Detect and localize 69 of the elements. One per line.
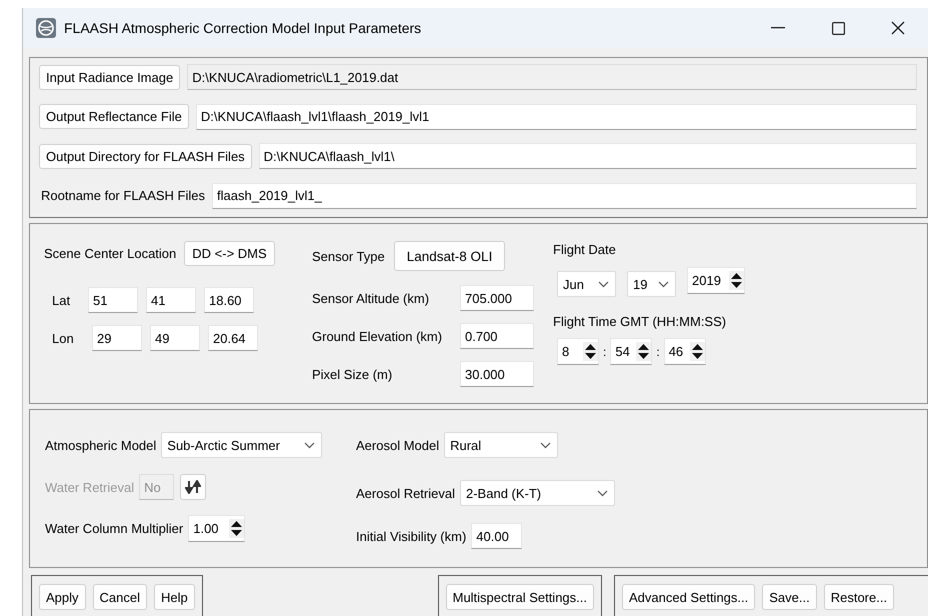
coordinate-label: Lat (52, 292, 72, 308)
retrieval-dropdown[interactable]: 2-Band (K-T) (460, 480, 615, 506)
path-field[interactable]: D:\KNUCA\flaash_lvl1\ (258, 143, 917, 169)
field-label: Atmospheric Model (45, 438, 156, 452)
file-button[interactable]: Output Directory for FLAASH Files (39, 144, 252, 168)
field-label: Pixel Size (m) (312, 366, 394, 382)
field-label: Water Retrieval (45, 480, 134, 494)
field-label: Scene Center Location (44, 246, 176, 261)
visibility-field[interactable]: 40.00 (471, 523, 522, 549)
field-label: Sensor Altitude (km) (312, 290, 430, 306)
number-field[interactable]: 30.000 (460, 361, 534, 387)
time-separator: : (603, 344, 606, 358)
number-field[interactable]: 0.700 (460, 323, 534, 349)
number-field[interactable]: 705.000 (460, 285, 534, 311)
spinner-arrows-icon (583, 342, 598, 361)
time-separator: : (656, 344, 660, 358)
app-icon (35, 17, 57, 39)
day-dropdown[interactable]: 19 (627, 271, 676, 297)
aerosol-model-dropdown[interactable]: Rural (444, 432, 558, 458)
path-field[interactable]: flaash_2019_lvl1_ (212, 182, 917, 208)
file-button[interactable]: Output Reflectance File (39, 104, 189, 129)
field-label: Flight Time GMT (HH:MM:SS) (553, 314, 728, 329)
chevron-icon (304, 442, 316, 448)
maximize-icon[interactable] (832, 22, 844, 34)
coordinate-field[interactable]: 49 (150, 325, 200, 351)
coordinate-field[interactable]: 41 (146, 287, 196, 313)
spinner-arrows-icon (690, 342, 705, 361)
coordinate-field[interactable]: 18.60 (204, 287, 254, 313)
chevron-icon (598, 280, 609, 288)
action-button[interactable]: Restore... (824, 584, 894, 610)
coordinate-label: Lon (52, 330, 75, 346)
field-label: Aerosol Retrieval (356, 486, 455, 500)
chevron-icon (658, 280, 669, 288)
action-button[interactable]: Cancel (92, 584, 147, 610)
time-spinner[interactable]: 8 (557, 338, 599, 365)
window-title: FLAASH Atmospheric Correction Model Input Parameters (64, 20, 422, 36)
sensor-type-button[interactable]: Landsat-8 OLI (394, 241, 506, 271)
month-dropdown[interactable]: Jun (557, 271, 616, 297)
action-button[interactable]: Save... (762, 584, 817, 610)
model-dropdown[interactable]: Sub-Arctic Summer (161, 432, 322, 458)
field-label: Sensor Type (312, 248, 385, 264)
field-label: Water Column Multiplier (45, 521, 184, 536)
toggle-button[interactable] (180, 474, 206, 500)
field-label: Flight Date (553, 242, 617, 257)
chevron-icon (597, 490, 608, 496)
action-button[interactable]: Help (154, 584, 195, 610)
action-button[interactable]: Advanced Settings... (622, 584, 756, 610)
chevron-icon (540, 442, 552, 448)
format-toggle-button[interactable]: DD <-> DMS (184, 241, 275, 266)
spinner-arrows-icon (729, 271, 744, 290)
field-label: Initial Visibility (km) (356, 528, 466, 544)
coordinate-field[interactable]: 51 (88, 287, 138, 313)
action-button[interactable]: Apply (39, 584, 86, 610)
path-field[interactable]: D:\KNUCA\flaash_lvl1\flaash_2019_lvl1 (196, 104, 917, 130)
coordinate-field[interactable]: 20.64 (208, 325, 258, 351)
swap-arrows-icon (185, 480, 202, 494)
field-label: Ground Elevation (km) (312, 328, 444, 344)
time-spinner[interactable]: 46 (664, 338, 706, 365)
field-label: Rootname for FLAASH Files (41, 188, 206, 203)
action-button[interactable]: Multispectral Settings... (446, 584, 594, 610)
close-icon[interactable] (891, 21, 905, 35)
coordinate-field[interactable]: 29 (92, 325, 142, 351)
spinner-arrows-icon (229, 519, 244, 538)
year-spinner[interactable]: 2019 (687, 267, 745, 294)
minimize-icon[interactable] (771, 27, 785, 29)
field-label: Aerosol Model (356, 438, 440, 452)
multiplier-spinner[interactable]: 1.00 (188, 515, 246, 542)
time-spinner[interactable]: 54 (610, 338, 652, 365)
spinner-arrows-icon (636, 342, 652, 361)
